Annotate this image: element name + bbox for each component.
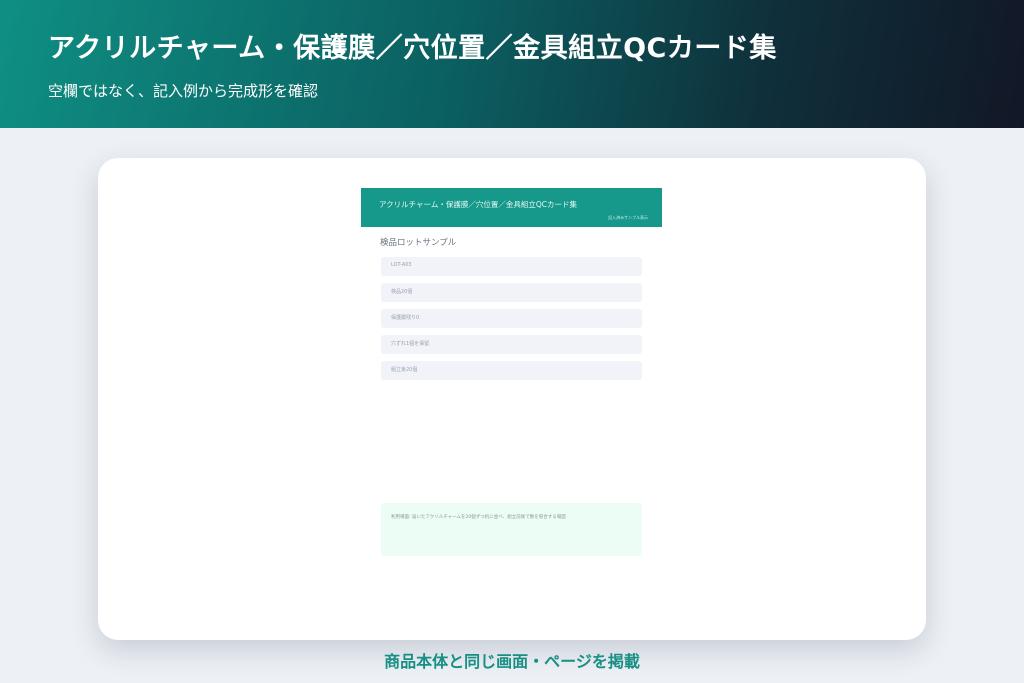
page-title: アクリルチャーム・保護膜／穴位置／金具組立QCカード集: [48, 33, 777, 64]
field-value: 保護膜残り0: [391, 315, 420, 321]
usage-note-text: 利用場面: 届いたアクリルチャームを20個ずつ机に並べ、組立前後で数を照合する場…: [391, 515, 566, 520]
field-value: 組立後20個: [391, 367, 418, 373]
qc-card-preview: アクリルチャーム・保護膜／穴位置／金具組立QCカード集 記入済みサンプル表示 検…: [361, 188, 662, 568]
field-value: LOT-A03: [391, 262, 412, 268]
field-assembly-count: 組立後20個: [381, 361, 642, 380]
footer-caption: 商品本体と同じ画面・ページを掲載: [384, 652, 640, 671]
page-subtitle: 空欄ではなく、記入例から完成形を確認: [48, 82, 319, 100]
preview-header: アクリルチャーム・保護膜／穴位置／金具組立QCカード集 記入済みサンプル表示: [361, 188, 662, 227]
hero-banner: アクリルチャーム・保護膜／穴位置／金具組立QCカード集 空欄ではなく、記入例から…: [0, 0, 1024, 128]
field-inspection-count: 検品20個: [381, 283, 642, 302]
preview-title: アクリルチャーム・保護膜／穴位置／金具組立QCカード集: [379, 200, 577, 209]
usage-note: 利用場面: 届いたアクリルチャームを20個ずつ机に並べ、組立前後で数を照合する場…: [381, 503, 642, 556]
field-value: 穴ずれ1個を保留: [391, 341, 430, 347]
sample-tag: 記入済みサンプル表示: [608, 215, 648, 220]
preview-card: アクリルチャーム・保護膜／穴位置／金具組立QCカード集 記入済みサンプル表示 検…: [98, 158, 926, 640]
field-value: 検品20個: [391, 289, 413, 295]
field-protective-film: 保護膜残り0: [381, 309, 642, 328]
field-lot: LOT-A03: [381, 257, 642, 276]
section-title: 検品ロットサンプル: [380, 238, 457, 248]
field-hole-position: 穴ずれ1個を保留: [381, 335, 642, 354]
